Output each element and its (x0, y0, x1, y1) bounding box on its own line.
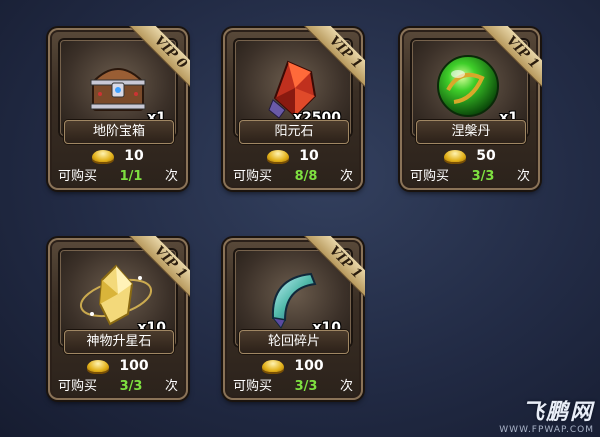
limit-count: 3/3 (471, 169, 495, 184)
item-price: 50 (400, 146, 540, 166)
vip-ribbon: VIP 1 (480, 26, 542, 88)
vip-label: VIP 1 (481, 26, 542, 88)
limit-count: 8/8 (294, 169, 318, 184)
gold-ingot-icon (262, 360, 285, 372)
item-price: 100 (48, 356, 188, 376)
purchase-limit: 可购买 3/3 次 (231, 378, 355, 396)
vip-label: VIP 0 (129, 26, 190, 88)
limit-label: 可购买 (233, 169, 273, 184)
purchase-limit: 可购买 3/3 次 (56, 378, 180, 396)
limit-label: 可购买 (58, 379, 98, 394)
price-value: 10 (124, 148, 144, 164)
limit-unit: 次 (164, 169, 178, 184)
limit-label: 可购买 (58, 169, 98, 184)
gold-ingot-icon (444, 150, 467, 162)
limit-unit: 次 (516, 169, 530, 184)
shop-item-card[interactable]: x1 VIP 0 地阶宝箱 10 可购买 1/1 次 (48, 26, 190, 190)
vip-ribbon: VIP 1 (128, 236, 190, 298)
limit-label: 可购买 (410, 169, 450, 184)
item-name: 神物升星石 (64, 330, 174, 354)
limit-count: 3/3 (294, 379, 318, 394)
vip-ribbon: VIP 0 (128, 26, 190, 88)
item-name: 地阶宝箱 (64, 120, 174, 144)
limit-label: 可购买 (233, 379, 273, 394)
shop-item-card[interactable]: x10 VIP 1 神物升星石 100 可购买 3/3 次 (48, 236, 190, 400)
item-name: 涅槃丹 (416, 120, 526, 144)
shop-item-card[interactable]: x1 VIP 1 涅槃丹 50 可购买 3/3 次 (400, 26, 542, 190)
limit-unit: 次 (339, 169, 353, 184)
watermark-logo: 飞鹏网 (521, 400, 594, 425)
price-value: 50 (476, 148, 496, 164)
price-value: 10 (299, 148, 319, 164)
vip-label: VIP 1 (129, 236, 190, 298)
limit-count: 1/1 (119, 169, 143, 184)
purchase-limit: 可购买 1/1 次 (56, 168, 180, 186)
item-price: 10 (48, 146, 188, 166)
vip-ribbon: VIP 1 (303, 26, 365, 88)
price-value: 100 (294, 358, 324, 374)
vip-label: VIP 1 (304, 236, 365, 298)
gold-ingot-icon (87, 360, 110, 372)
gold-ingot-icon (92, 150, 115, 162)
limit-count: 3/3 (119, 379, 143, 394)
vip-ribbon: VIP 1 (303, 236, 365, 298)
item-price: 100 (223, 356, 363, 376)
purchase-limit: 可购买 3/3 次 (408, 168, 532, 186)
item-name: 阳元石 (239, 120, 349, 144)
gold-ingot-icon (267, 150, 290, 162)
limit-unit: 次 (164, 379, 178, 394)
item-name: 轮回碎片 (239, 330, 349, 354)
vip-label: VIP 1 (304, 26, 365, 88)
item-price: 10 (223, 146, 363, 166)
site-watermark: 飞鹏网 WWW.FPWAP.COM (499, 400, 594, 436)
shop-item-card[interactable]: x10 VIP 1 轮回碎片 100 可购买 3/3 次 (223, 236, 365, 400)
watermark-url: WWW.FPWAP.COM (499, 425, 594, 435)
price-value: 100 (119, 358, 149, 374)
shop-item-card[interactable]: x2500 VIP 1 阳元石 10 可购买 8/8 次 (223, 26, 365, 190)
purchase-limit: 可购买 8/8 次 (231, 168, 355, 186)
limit-unit: 次 (339, 379, 353, 394)
